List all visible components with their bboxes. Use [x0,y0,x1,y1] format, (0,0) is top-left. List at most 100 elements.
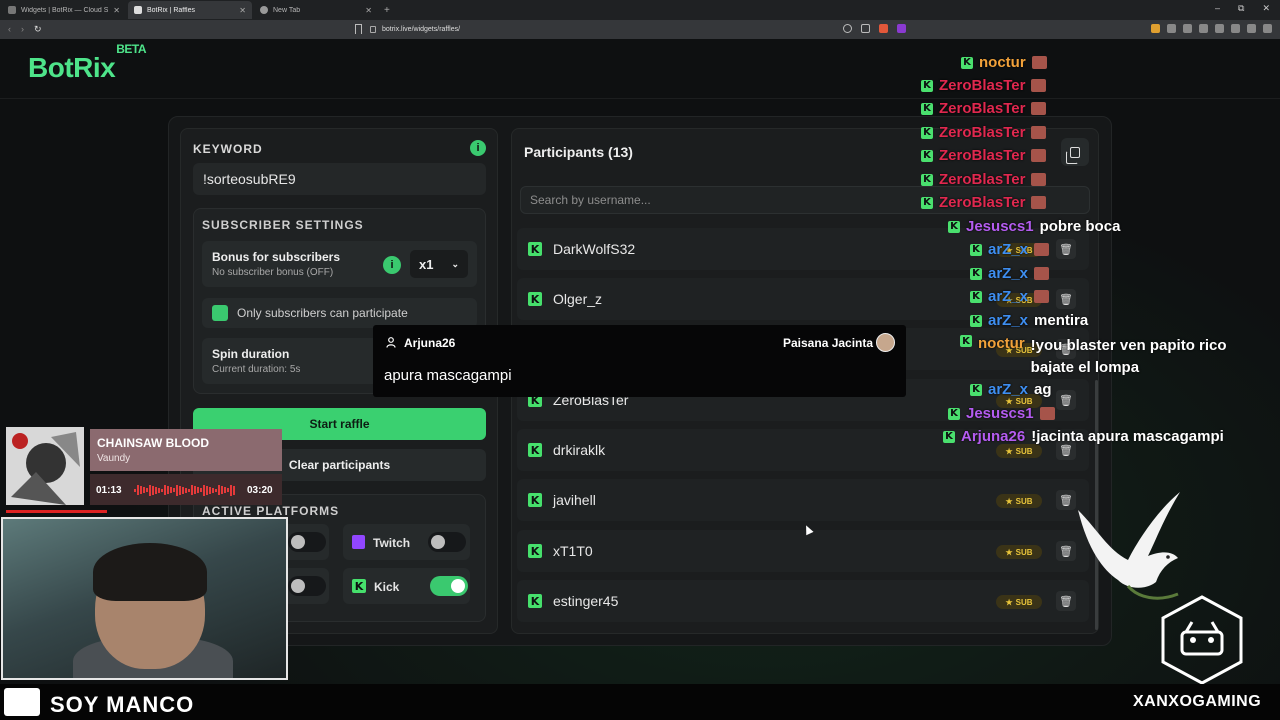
bonus-multiplier-select[interactable]: x1 ⌄ [410,250,468,278]
kick-badge-icon: K [970,290,982,303]
kick-badge-icon: K [943,430,955,443]
kick-icon: K [352,579,366,593]
waveform-bar [191,485,193,495]
emote-icon [1039,407,1055,420]
extension-icon[interactable] [1183,24,1192,33]
close-icon[interactable]: ✕ [113,6,120,15]
trash-icon[interactable]: 🗑 [1056,390,1076,410]
chat-message: ag [1034,381,1052,398]
sub-label: SUB [1015,496,1033,506]
chat-line: K Arjuna26 !jacinta apura mascagampi [943,428,1224,445]
chat-line: KarZ_x mentira [970,312,1088,329]
menu-icon[interactable] [1263,24,1272,33]
popup-tag: Paisana Jacinta [783,336,874,350]
address-bar[interactable]: botrix.live/widgets/raffles/ [370,22,910,37]
back-icon[interactable]: ‹ [8,24,11,35]
chat-username: Arjuna26 [961,428,1026,445]
info-icon[interactable]: i [470,140,486,156]
vpn-icon[interactable] [1247,24,1256,33]
only-subscribers-checkbox[interactable] [212,305,228,321]
chat-line: K Jesuscs1 pobre boca [948,218,1120,235]
waveform-bar [152,485,154,495]
active-platforms-label: ACTIVE PLATFORMS [202,504,340,518]
waveform-bar [176,484,178,496]
maximize-icon[interactable]: ⧉ [1238,3,1244,14]
chat-message: pobre boca [1039,218,1121,235]
bonus-title: Bonus for subscribers [212,250,341,264]
minimize-icon[interactable]: – [1215,3,1220,14]
kick-icon: K [528,443,542,457]
tab-raffles[interactable]: BotRix | Raffles ✕ [128,1,252,19]
close-window-icon[interactable]: ✕ [1262,3,1270,14]
platform-name-kick: Kick [374,580,400,594]
waveform-bar [194,486,196,494]
botrix-logo[interactable]: BotRixBETA [28,42,147,84]
star-icon: ★ [1005,547,1013,557]
chat-username: ZeroBlasTer [939,100,1026,117]
info-icon[interactable]: i [383,256,401,274]
tab-widgets[interactable]: Widgets | BotRix — Cloud Streaming ✕ [2,1,126,19]
tab-new[interactable]: New Tab ✕ [254,1,378,19]
chat-line: KarZ_x ag [970,381,1052,398]
trash-icon[interactable]: 🗑 [1056,239,1076,259]
emote-icon [1031,173,1047,186]
extension-icon[interactable] [1151,24,1160,33]
chat-line: KarZ_x [970,241,1050,258]
platform-toggle[interactable] [288,576,326,596]
extension-icon[interactable] [1199,24,1208,33]
chat-line: K ZeroBlasTer [921,147,1047,164]
chat-username: ZeroBlasTer [939,124,1026,141]
kick-badge-icon: K [970,314,982,327]
new-tab-icon[interactable]: + [384,5,390,16]
chat-message: mentira [1034,312,1089,329]
brave-rewards-icon[interactable] [897,24,906,33]
user-icon [386,337,396,348]
chat-username: ZeroBlasTer [939,77,1026,94]
waveform-bar [221,486,223,494]
waveform-bar [218,485,220,495]
sub-label: SUB [1015,446,1033,456]
star-icon: ★ [1005,597,1013,607]
copy-button[interactable] [1061,138,1089,166]
brave-shield-icon[interactable] [879,24,888,33]
trash-icon[interactable]: 🗑 [1056,289,1076,309]
dove-image [1078,492,1180,600]
waveform-bar [137,485,139,495]
chat-username: Jesuscs1 [966,218,1034,235]
close-icon[interactable]: ✕ [365,6,372,15]
participant-name: xT1T0 [553,543,593,559]
audio-waveform [134,484,240,496]
emote-icon [1034,243,1050,256]
emote-icon [1034,290,1050,303]
chat-username: ZeroBlasTer [939,194,1026,211]
waveform-bar [203,484,205,496]
twitch-toggle[interactable] [428,532,466,552]
kick-icon: K [528,242,542,256]
wallet-icon[interactable] [1231,24,1240,33]
total-time: 03:20 [247,485,273,496]
tab-favicon [134,6,142,14]
kick-toggle[interactable] [430,576,468,596]
bookmark-icon[interactable] [355,24,362,34]
close-icon[interactable]: ✕ [239,6,246,15]
person-hair [93,543,207,601]
waveform-bar [215,488,217,492]
forward-icon[interactable]: › [21,24,24,35]
kick-badge-icon: K [921,126,933,139]
kick-badge-icon: K [921,149,933,162]
emote-icon [1031,126,1047,139]
extension-icon[interactable] [1167,24,1176,33]
waveform-bar [161,488,163,492]
sub-label: SUB [1015,547,1033,557]
sub-badge: ★ SUB [996,444,1042,458]
kick-badge-icon: K [948,220,960,233]
album-art-image [6,427,84,505]
platform-toggle[interactable] [288,532,326,552]
reload-icon[interactable]: ↻ [34,24,42,35]
spin-duration-value: Current duration: 5s [212,364,301,375]
waveform-bar [149,484,151,496]
keyword-input[interactable]: !sorteosubRE9 [193,163,486,195]
zoom-icon[interactable] [843,24,852,33]
sidebar-icon[interactable] [1215,24,1224,33]
share-icon[interactable] [861,24,870,33]
